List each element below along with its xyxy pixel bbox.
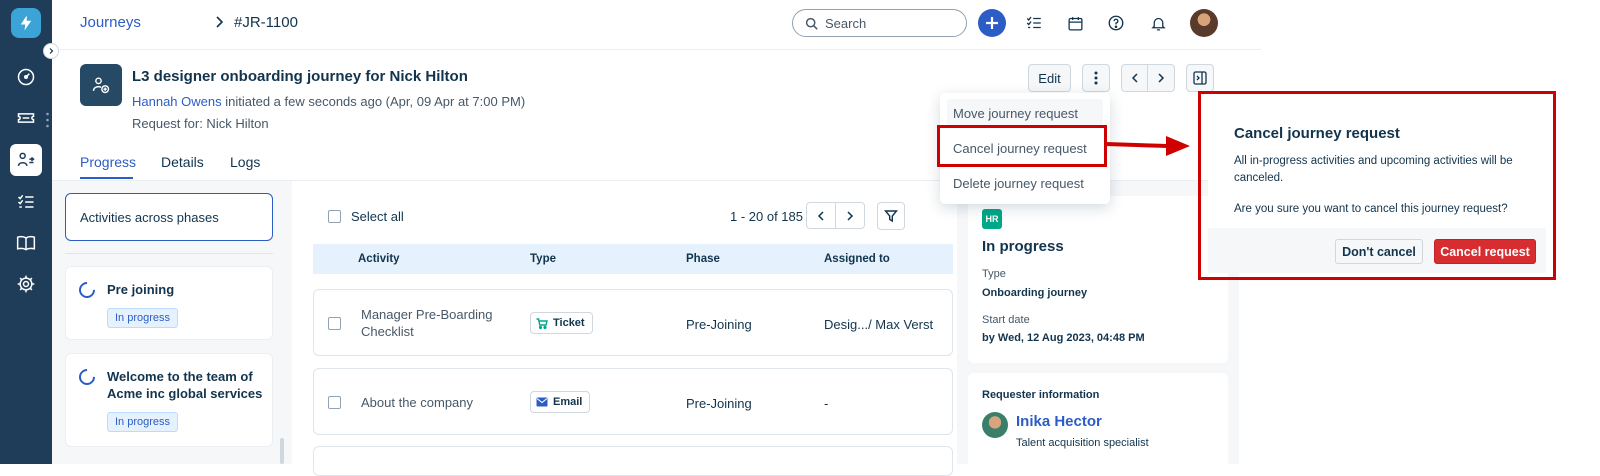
bell-icon[interactable]	[1144, 9, 1172, 37]
drag-handle[interactable]	[46, 112, 49, 128]
panel-icon[interactable]	[1186, 64, 1214, 92]
phase-filter-label: Activities across phases	[80, 210, 219, 225]
search-input[interactable]	[825, 15, 945, 31]
edit-button[interactable]: Edit	[1028, 64, 1071, 92]
top-bar: Journeys #JR-1100	[52, 0, 1261, 50]
dashboard-icon[interactable]	[10, 61, 42, 93]
status-badge: In progress	[107, 308, 179, 328]
annotation-arrow	[1106, 136, 1190, 156]
row-checkbox[interactable]	[328, 317, 341, 330]
more-icon[interactable]	[1082, 64, 1110, 92]
plus-icon[interactable]	[978, 9, 1006, 37]
start-date-label: Start date	[982, 314, 1030, 326]
table-row[interactable]	[313, 446, 953, 476]
book-icon[interactable]	[10, 227, 42, 259]
type-label: Email	[553, 396, 583, 408]
type-chip: Ticket	[530, 312, 593, 334]
breadcrumb-current: #JR-1100	[234, 14, 298, 31]
column-header-type[interactable]: Type	[530, 253, 556, 265]
assigned-cell: Desig.../ Max Verst	[824, 317, 934, 332]
type-value: Onboarding journey	[982, 287, 1088, 299]
search-icon	[805, 17, 818, 30]
filter-icon[interactable]	[877, 202, 905, 230]
requester-title: Requester information	[982, 389, 1100, 401]
sidebar-collapse-button[interactable]	[43, 43, 59, 59]
hr-badge: HR	[982, 209, 1002, 229]
active-tab-indicator	[80, 177, 133, 179]
phase-name-line2: Acme inc global services	[107, 386, 263, 401]
status-badge: In progress	[107, 412, 179, 432]
chevron-right-icon[interactable]	[1147, 64, 1175, 92]
user-avatar[interactable]	[1190, 9, 1218, 37]
chevron-left-icon[interactable]	[806, 202, 836, 229]
journey-icon[interactable]	[10, 144, 42, 176]
select-all-label: Select all	[351, 209, 404, 224]
checklist-icon[interactable]	[1020, 9, 1048, 37]
activity-name-line2: Checklist	[361, 324, 414, 339]
requester-avatar	[982, 412, 1008, 438]
activity-name: About the company	[361, 395, 474, 410]
type-chip: Email	[530, 391, 591, 413]
journey-request-icon	[80, 64, 122, 106]
select-all-checkbox[interactable]	[328, 210, 341, 223]
column-header-assigned[interactable]: Assigned to	[824, 253, 890, 265]
mail-icon	[536, 397, 548, 407]
row-checkbox[interactable]	[328, 396, 341, 409]
initiated-info: Hannah Owens initiated a few seconds ago…	[132, 94, 525, 109]
calendar-icon[interactable]	[1061, 9, 1089, 37]
chevron-left-icon[interactable]	[1121, 64, 1148, 92]
initiator-link[interactable]: Hannah Owens	[132, 94, 222, 109]
page-title: L3 designer onboarding journey for Nick …	[132, 68, 468, 85]
column-header-phase[interactable]: Phase	[686, 253, 720, 265]
tab-logs[interactable]: Logs	[230, 154, 260, 170]
journey-status: In progress	[982, 238, 1064, 255]
type-label: Ticket	[553, 317, 585, 329]
chevron-right-icon	[215, 15, 225, 29]
phases-scrollbar[interactable]	[280, 438, 284, 464]
help-icon[interactable]	[1102, 9, 1130, 37]
annotation-highlight	[937, 125, 1107, 167]
assigned-cell: -	[824, 396, 829, 411]
phase-name-line1: Welcome to the team of	[107, 369, 253, 384]
phase-divider	[65, 253, 273, 254]
lightning-icon[interactable]	[11, 8, 41, 38]
breadcrumb-journeys[interactable]: Journeys	[80, 14, 141, 31]
pagination-text: 1 - 20 of 185	[730, 209, 803, 224]
annotation-highlight	[1198, 91, 1556, 280]
phase-filter-all[interactable]: Activities across phases	[65, 193, 273, 241]
tab-progress[interactable]: Progress	[80, 154, 136, 170]
left-sidebar	[0, 0, 52, 464]
start-date-value: by Wed, 12 Aug 2023, 04:48 PM	[982, 332, 1145, 344]
ticket-icon[interactable]	[10, 102, 42, 134]
phase-card[interactable]	[65, 266, 273, 340]
phase-name: Pre joining	[107, 282, 175, 297]
gear-icon[interactable]	[10, 268, 42, 300]
phase-cell: Pre-Joining	[686, 317, 752, 332]
requester-role: Talent acquisition specialist	[1016, 437, 1149, 449]
initiated-text: initiated a few seconds ago (Apr, 09 Apr…	[225, 94, 526, 109]
menu-item-move[interactable]: Move journey request	[953, 106, 1078, 121]
tab-details[interactable]: Details	[161, 154, 204, 170]
menu-item-delete[interactable]: Delete journey request	[953, 176, 1084, 191]
search-box[interactable]	[792, 9, 967, 37]
cart-icon	[536, 317, 548, 329]
tasks-icon[interactable]	[10, 186, 42, 218]
chevron-right-icon[interactable]	[835, 202, 865, 229]
phase-cell: Pre-Joining	[686, 396, 752, 411]
activity-name-line1: Manager Pre-Boarding	[361, 307, 493, 322]
request-for: Request for: Nick Hilton	[132, 116, 269, 131]
requester-name[interactable]: Inika Hector	[1016, 413, 1102, 430]
column-header-activity[interactable]: Activity	[358, 253, 400, 265]
type-label: Type	[982, 268, 1006, 280]
